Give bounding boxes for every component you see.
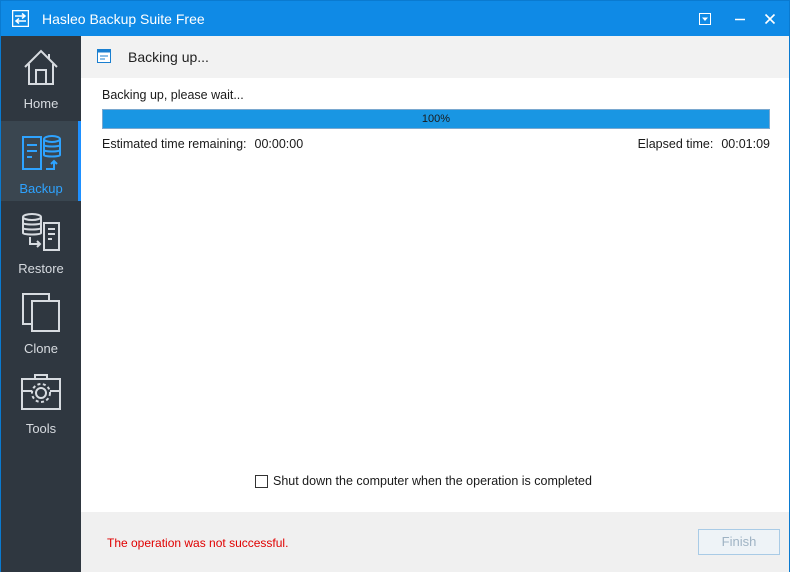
minimize-icon [735,18,745,21]
shutdown-option[interactable]: Shut down the computer when the operatio… [255,474,592,488]
estimated-time-row: Estimated time remaining: 00:00:00 [102,137,303,151]
window-title: Hasleo Backup Suite Free [42,11,205,27]
app-logo-icon [12,10,29,27]
error-message: The operation was not successful. [107,536,289,550]
sidebar-item-clone[interactable]: Clone [1,281,81,361]
page-title: Backing up... [128,49,209,65]
page-header: Backing up... [81,36,789,78]
close-icon [764,13,776,25]
estimated-time-value: 00:00:00 [254,137,304,151]
backup-task-icon [97,49,111,63]
sidebar-item-label: Clone [24,341,58,356]
sidebar-item-label: Tools [25,421,57,436]
sidebar: Home Backup Restore Clone Tools [1,36,81,572]
sidebar-item-restore[interactable]: Restore [1,201,81,281]
finish-button[interactable]: Finish [698,529,780,555]
dropdown-menu-icon [699,13,711,25]
backup-icon [22,135,61,170]
sidebar-item-home[interactable]: Home [1,36,81,116]
progress-bar: 100% [102,109,770,129]
minimize-button[interactable] [728,7,752,31]
estimated-time-label: Estimated time remaining: [102,137,247,151]
sidebar-item-label: Restore [18,261,64,276]
shutdown-checkbox[interactable] [255,474,268,488]
title-bar[interactable]: Hasleo Backup Suite Free [1,1,789,36]
status-message: Backing up, please wait... [102,88,244,102]
tools-icon [21,374,61,410]
footer-bar: The operation was not successful. Finish [81,512,789,572]
app-window: Hasleo Backup Suite Free Home Backup Res… [0,0,790,572]
main-panel: Backing up... Backing up, please wait...… [81,36,789,572]
sidebar-item-backup[interactable]: Backup [1,121,81,201]
elapsed-time-row: Elapsed time: 00:01:09 [638,137,770,151]
menu-button[interactable] [693,7,717,31]
elapsed-time-label: Elapsed time: [637,137,714,151]
home-icon [24,49,58,85]
shutdown-label: Shut down the computer when the operatio… [273,474,592,488]
elapsed-time-value: 00:01:09 [721,137,770,151]
sidebar-item-label: Backup [19,181,63,196]
clone-icon [22,293,60,332]
sidebar-item-label: Home [23,96,59,111]
close-button[interactable] [758,7,782,31]
progress-percent-label: 100% [421,113,451,125]
sidebar-item-tools[interactable]: Tools [1,361,81,441]
restore-icon [22,213,60,251]
